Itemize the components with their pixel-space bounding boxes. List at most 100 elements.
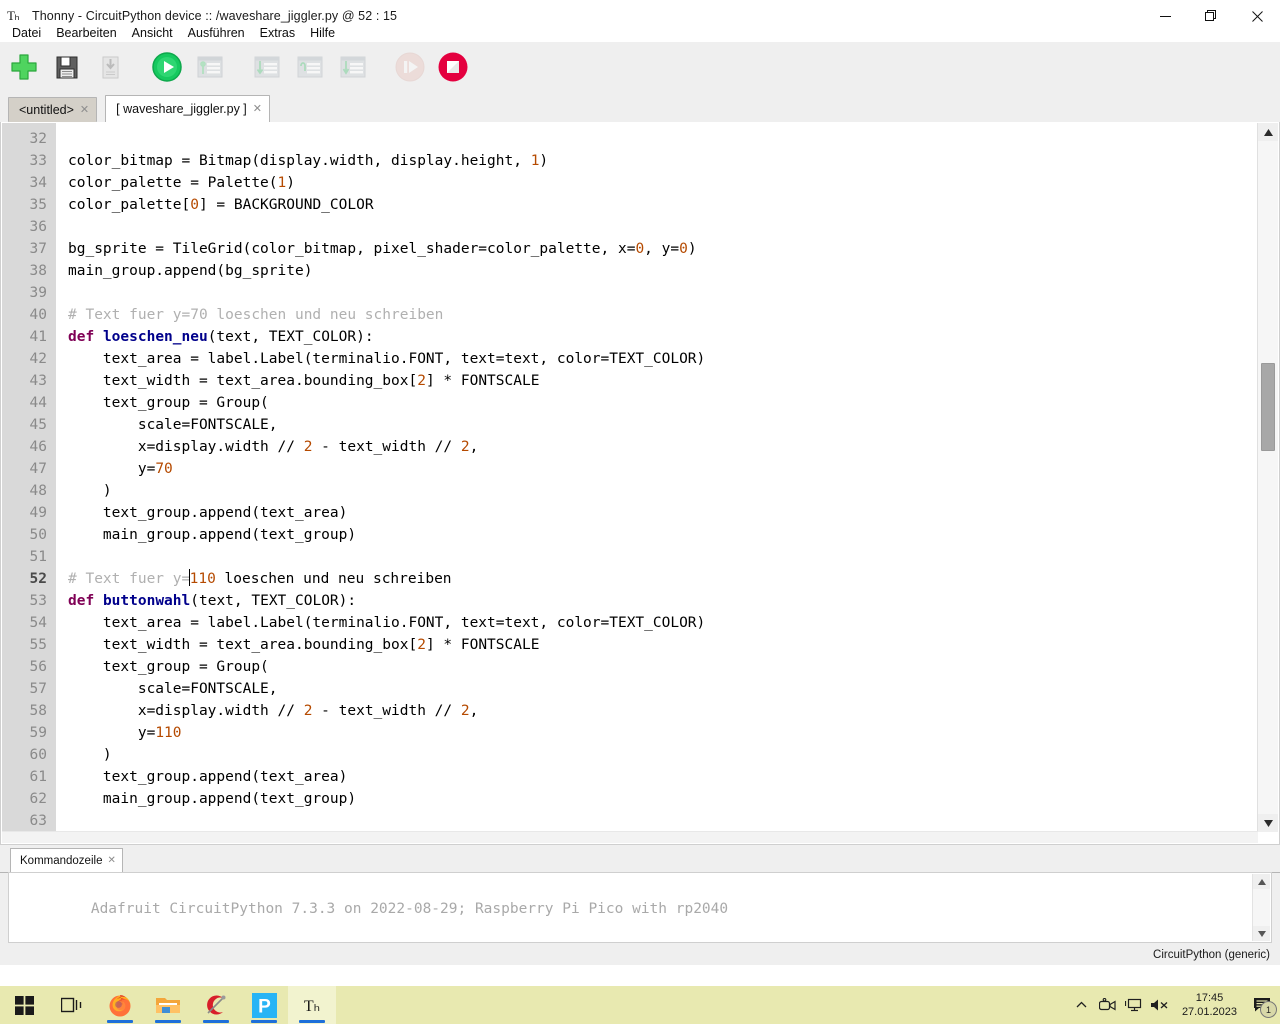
notification-center-button[interactable]: 1 (1246, 986, 1280, 1024)
taskbar-firefox[interactable] (96, 986, 144, 1024)
code-line: # Text fuer y=70 loeschen und neu schrei… (68, 307, 444, 323)
line-number: 48 (29, 483, 47, 499)
line-number: 40 (29, 307, 47, 323)
code-line: y=110 (68, 725, 182, 741)
resume-button[interactable] (391, 48, 429, 86)
step-into-button[interactable] (248, 48, 286, 86)
line-number: 50 (29, 527, 47, 543)
shell-panel: Kommandozeile ✕ Adafruit CircuitPython 7… (0, 845, 1280, 965)
line-number: 58 (29, 703, 47, 719)
load-button[interactable] (91, 48, 129, 86)
camera-icon[interactable] (1095, 986, 1121, 1024)
stop-button[interactable] (434, 48, 472, 86)
scroll-down-arrow-icon[interactable] (1258, 814, 1278, 832)
debug-icon (197, 56, 223, 78)
windows-logo-icon (14, 995, 34, 1015)
debug-button[interactable] (191, 48, 229, 86)
line-number: 45 (29, 417, 47, 433)
p-app-icon: P (251, 992, 277, 1018)
taskbar-thonny[interactable]: Tₕ (288, 986, 336, 1024)
thonny-icon: Tₕ (7, 8, 20, 23)
running-indicator (107, 1020, 133, 1023)
menu-hilfe[interactable]: Hilfe (303, 24, 342, 42)
line-number: 42 (29, 351, 47, 367)
new-file-button[interactable] (5, 48, 43, 86)
code-line: ) (68, 747, 112, 763)
tab-close-icon[interactable]: ✕ (80, 104, 89, 116)
scrollbar-thumb[interactable] (1261, 363, 1275, 451)
code-text-area[interactable]: color_bitmap = Bitmap(display.width, dis… (56, 123, 1258, 832)
shell-output-area[interactable]: Adafruit CircuitPython 7.3.3 on 2022-08-… (8, 872, 1272, 943)
step-over-button[interactable] (291, 48, 329, 86)
shell-vertical-scrollbar[interactable] (1252, 874, 1270, 941)
running-indicator (155, 1020, 181, 1023)
tab-waveshare-jiggler[interactable]: [ waveshare_jiggler.py ] ✕ (105, 95, 270, 123)
code-line: text_area = label.Label(terminalio.FONT,… (68, 351, 706, 367)
taskbar-p-app[interactable]: P (240, 986, 288, 1024)
code-line: text_group = Group( (68, 659, 269, 675)
menu-ansicht[interactable]: Ansicht (125, 24, 180, 42)
code-line: bg_sprite = TileGrid(color_bitmap, pixel… (68, 241, 697, 257)
menu-ausfuehren[interactable]: Ausführen (181, 24, 252, 42)
save-button[interactable] (48, 48, 86, 86)
shell-scroll-up-arrow-icon[interactable] (1253, 874, 1270, 889)
step-into-icon (254, 56, 280, 78)
code-line: # Text fuer y=110 loeschen und neu schre… (68, 569, 452, 587)
menu-bearbeiten[interactable]: Bearbeiten (49, 24, 123, 42)
line-number: 44 (29, 395, 47, 411)
shell-scroll-down-arrow-icon[interactable] (1253, 926, 1270, 941)
code-line: def buttonwahl(text, TEXT_COLOR): (68, 593, 357, 609)
tab-untitled[interactable]: <untitled> ✕ (8, 97, 98, 122)
tab-kommandozeile[interactable]: Kommandozeile ✕ (10, 848, 123, 873)
clock-time: 17:45 (1195, 992, 1224, 1004)
code-line: main_group.append(text_group) (68, 791, 357, 807)
svg-text:Tₕ: Tₕ (304, 998, 320, 1015)
toolbar (0, 42, 1280, 92)
line-number: 56 (29, 659, 47, 675)
plus-icon (11, 54, 37, 80)
code-line: x=display.width // 2 - text_width // 2, (68, 439, 479, 455)
tab-close-icon[interactable]: ✕ (253, 103, 262, 115)
line-number: 46 (29, 439, 47, 455)
menu-datei[interactable]: Datei (5, 24, 48, 42)
taskbar-explorer[interactable] (144, 986, 192, 1024)
running-indicator (203, 1020, 229, 1023)
step-out-button[interactable] (334, 48, 372, 86)
code-line: x=display.width // 2 - text_width // 2, (68, 703, 479, 719)
volume-muted-icon[interactable] (1147, 986, 1173, 1024)
save-floppy-icon (56, 56, 78, 79)
line-number: 38 (29, 263, 47, 279)
shell-tab-close-icon[interactable]: ✕ (107, 855, 115, 866)
task-view-button[interactable] (48, 986, 96, 1024)
taskbar-c-app[interactable] (192, 986, 240, 1024)
thonny-window: Tₕ Thonny - CircuitPython device :: /wav… (0, 0, 1280, 1024)
code-line: def loeschen_neu(text, TEXT_COLOR): (68, 329, 374, 345)
code-line: text_width = text_area.bounding_box[2] *… (68, 373, 540, 389)
run-button[interactable] (148, 48, 186, 86)
scroll-up-arrow-icon[interactable] (1258, 123, 1278, 141)
running-indicator (251, 1020, 277, 1023)
editor-vertical-scrollbar[interactable] (1257, 123, 1278, 832)
network-icon[interactable] (1121, 986, 1147, 1024)
scrollbar-track[interactable] (1258, 141, 1278, 814)
editor-horizontal-scrollbar[interactable] (2, 831, 1258, 843)
code-line: y=70 (68, 461, 173, 477)
firefox-icon (109, 995, 131, 1017)
tray-expand-chevron-icon[interactable] (1069, 986, 1095, 1024)
line-number: 51 (29, 549, 47, 565)
line-number: 32 (29, 131, 47, 147)
menu-extras[interactable]: Extras (253, 24, 302, 42)
interpreter-status[interactable]: CircuitPython (generic) (1153, 949, 1270, 961)
task-view-icon (61, 997, 82, 1013)
code-line: scale=FONTSCALE, (68, 681, 278, 697)
line-number: 60 (29, 747, 47, 763)
stop-icon (438, 52, 468, 82)
window-title: Thonny - CircuitPython device :: /wavesh… (32, 9, 398, 23)
clock[interactable]: 17:45 27.01.2023 (1173, 986, 1246, 1024)
start-button[interactable] (0, 986, 48, 1024)
line-number: 37 (29, 241, 47, 257)
system-tray: 17:45 27.01.2023 1 (1069, 986, 1280, 1024)
